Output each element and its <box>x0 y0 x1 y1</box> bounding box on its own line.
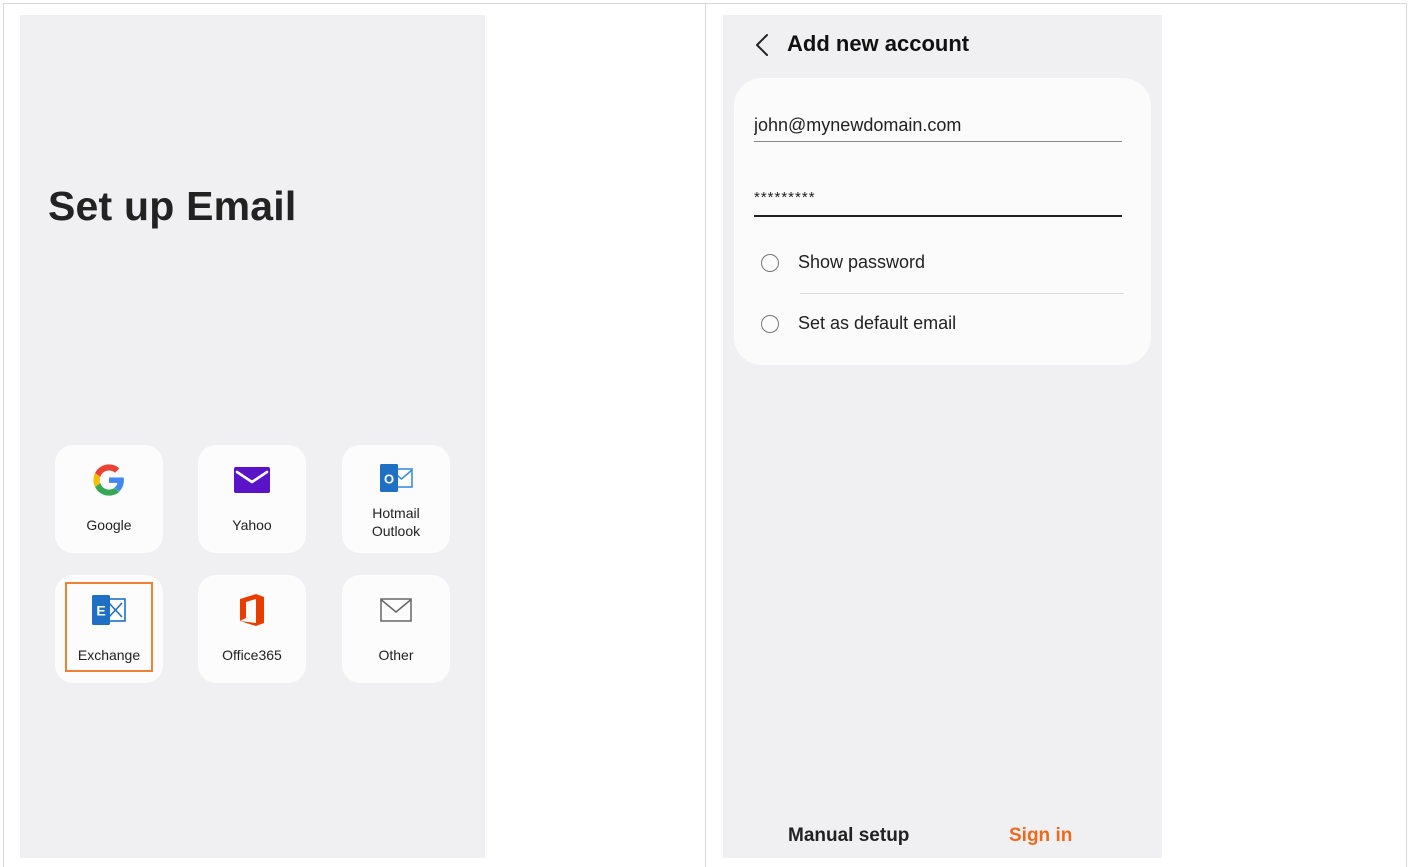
back-arrow-icon[interactable] <box>751 32 775 58</box>
provider-label: Exchange <box>77 647 141 663</box>
option-divider <box>800 293 1124 294</box>
google-icon <box>55 463 163 497</box>
provider-label: Google <box>86 517 132 533</box>
add-account-screen: Add new account Show password Set as def… <box>723 15 1162 858</box>
provider-exchange-button[interactable]: E Exchange <box>55 575 163 683</box>
outlook-icon: O <box>342 461 450 495</box>
provider-label: Yahoo <box>232 517 272 533</box>
default-email-label: Set as default email <box>798 313 957 333</box>
email-field[interactable] <box>754 109 1122 142</box>
provider-label: Other <box>378 647 414 663</box>
page-title: Set up Email <box>48 183 297 229</box>
provider-label: Office365 <box>222 647 282 663</box>
provider-outlook-button[interactable]: O Hotmail Outlook <box>342 445 450 553</box>
exchange-icon: E <box>55 593 163 627</box>
show-password-label: Show password <box>798 252 926 272</box>
setup-email-screen: Set up Email Google Yahoo O Hotmail Outl… <box>20 15 485 858</box>
provider-google-button[interactable]: Google <box>55 445 163 553</box>
show-password-radio[interactable] <box>761 254 779 272</box>
show-password-checkbox[interactable]: Show password <box>761 250 1131 280</box>
provider-other-button[interactable]: Other <box>342 575 450 683</box>
office365-icon <box>198 593 306 627</box>
sign-in-button[interactable]: Sign in <box>1009 825 1072 847</box>
default-email-radio[interactable] <box>761 315 779 333</box>
provider-label-line2: Outlook <box>371 523 421 539</box>
panel-divider <box>705 3 706 867</box>
provider-office365-button[interactable]: Office365 <box>198 575 306 683</box>
envelope-icon <box>342 593 450 627</box>
provider-label: Hotmail Outlook <box>342 504 450 540</box>
provider-yahoo-button[interactable]: Yahoo <box>198 445 306 553</box>
page-title: Add new account <box>787 31 970 56</box>
svg-text:E: E <box>96 603 105 619</box>
svg-text:O: O <box>384 472 394 487</box>
default-email-checkbox[interactable]: Set as default email <box>761 311 1131 341</box>
yahoo-icon <box>198 463 306 497</box>
account-form-card: Show password Set as default email <box>734 78 1151 365</box>
manual-setup-button[interactable]: Manual setup <box>788 825 909 847</box>
password-field[interactable] <box>754 179 1122 217</box>
provider-label-line1: Hotmail <box>372 505 420 521</box>
